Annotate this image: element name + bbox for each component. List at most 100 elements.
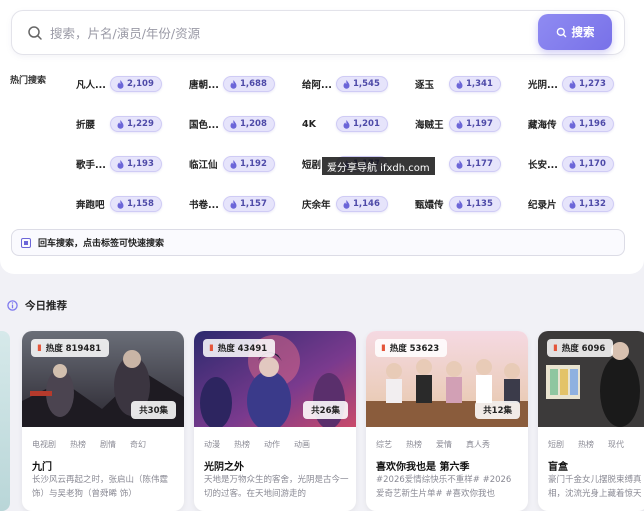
- heat-badge: ▮ 热度 819481: [31, 339, 110, 357]
- hot-tag-count: 1,196: [562, 116, 614, 132]
- fire-icon: ▮: [381, 343, 386, 353]
- flame-icon: [230, 199, 237, 209]
- hot-tag-count: 1,177: [449, 156, 501, 172]
- flame-icon: [117, 119, 124, 129]
- hot-tag[interactable]: 歌手... 1,193: [76, 155, 162, 173]
- card-description: 天地是万物众生的客舍，光阴是古今一切的过客。在天地间游走的: [204, 475, 349, 499]
- search-bar: [11, 10, 625, 55]
- hot-tag-count-value: 1,157: [240, 199, 267, 209]
- heat-value: 热度 819481: [45, 344, 102, 354]
- hot-tag-count: 1,157: [223, 196, 275, 212]
- hot-tag[interactable]: 奔跑吧 1,158: [76, 195, 162, 213]
- hot-tag-count: 1,688: [223, 76, 275, 92]
- recommend-card[interactable]: ▮ 热度 819481 共30集 电视剧 热榜 剧情 奇幻 九门 长沙风云再起之时…: [22, 331, 184, 511]
- hot-tag[interactable]: 给阿... 1,545: [302, 75, 388, 93]
- hot-tag-count-value: 1,197: [466, 119, 493, 129]
- info-icon: [7, 300, 18, 311]
- hot-tag[interactable]: 书卷... 1,157: [189, 195, 275, 213]
- flame-icon: [343, 119, 350, 129]
- hot-tag[interactable]: 4K 1,201: [302, 115, 388, 133]
- hot-tag-count: 2,109: [110, 76, 162, 92]
- hot-tag[interactable]: 庆余年 1,146: [302, 195, 388, 213]
- hot-tag[interactable]: 光阴... 1,273: [528, 75, 614, 93]
- episode-badge: 共30集: [131, 401, 176, 419]
- hot-tag-count: 1,158: [110, 196, 162, 212]
- hot-tag[interactable]: 折腰 1,229: [76, 115, 162, 133]
- card-tag: 动画: [294, 440, 310, 449]
- card-tag: 热榜: [406, 440, 422, 449]
- card-title: 盲盒: [548, 462, 568, 473]
- flame-icon: [456, 119, 463, 129]
- card-tag: 奇幻: [130, 440, 146, 449]
- hot-tag-count: 1,201: [336, 116, 388, 132]
- search-input[interactable]: [50, 20, 530, 46]
- hot-tag-count-value: 1,229: [127, 119, 154, 129]
- card-description: 豪门千金女儿摆脱束缚真相，沈流光身上藏着惊天秘密，沈流光身: [548, 475, 642, 499]
- hot-tag-name: 庆余年: [302, 200, 331, 211]
- card-tag: 爱情: [436, 440, 452, 449]
- hot-tag-count: 1,229: [110, 116, 162, 132]
- hot-tag-name: 国色...: [189, 120, 219, 131]
- hot-tag-count-value: 1,341: [466, 79, 493, 89]
- heat-badge: ▮ 热度 53623: [375, 339, 448, 357]
- hot-tag[interactable]: 临江仙 1,192: [189, 155, 275, 173]
- recommend-card[interactable]: ▮ 热度 6096 短剧 热榜 现代 盲盒 豪门千金女儿摆脱束缚真相，沈流光身上藏…: [538, 331, 644, 511]
- episode-badge: 共26集: [303, 401, 348, 419]
- hot-tag[interactable]: 长安... 1,170: [528, 155, 614, 173]
- enter-key-icon: [21, 237, 31, 248]
- hot-tag[interactable]: 国色... 1,208: [189, 115, 275, 133]
- hot-tag-name: 纪录片: [528, 200, 557, 211]
- episode-badge: 共12集: [475, 401, 520, 419]
- hot-tag-count-value: 1,146: [353, 199, 380, 209]
- hot-tag[interactable]: 唐朝... 1,688: [189, 75, 275, 93]
- hot-tag-count-value: 1,170: [579, 159, 606, 169]
- hot-tag-count: 1,132: [562, 196, 614, 212]
- hot-tag-count: 1,193: [110, 156, 162, 172]
- recommend-card[interactable]: ▮ 热度 53623 共12集 综艺 热榜 爱情 真人秀 喜欢你我也是 第六季 #…: [366, 331, 528, 511]
- heat-value: 热度 6096: [561, 344, 606, 354]
- hot-tag-name: 光阴...: [528, 80, 558, 91]
- heat-value: 热度 53623: [389, 344, 440, 354]
- hot-tag-name: 藏海传: [528, 120, 557, 131]
- hot-tag[interactable]: 纪录片 1,132: [528, 195, 614, 213]
- search-button[interactable]: 搜索: [538, 14, 612, 50]
- card-tag: 动漫: [204, 440, 220, 449]
- hot-tag-name: 唐朝...: [189, 80, 219, 91]
- hot-tag-count: 1,135: [449, 196, 501, 212]
- hot-tag-count-value: 1,196: [579, 119, 606, 129]
- hot-tag-name: 临江仙: [189, 160, 218, 171]
- hot-tag-count-value: 1,158: [127, 199, 154, 209]
- flame-icon: [569, 119, 576, 129]
- hot-tag-name: 书卷...: [189, 200, 219, 211]
- hot-tag[interactable]: 逐玉 1,341: [415, 75, 501, 93]
- hot-tag-count: 1,208: [223, 116, 275, 132]
- flame-icon: [456, 199, 463, 209]
- hot-tag-count: 1,192: [223, 156, 275, 172]
- hot-tag-count-value: 1,545: [353, 79, 380, 89]
- flame-icon: [569, 199, 576, 209]
- hot-tag[interactable]: 藏海传 1,196: [528, 115, 614, 133]
- flame-icon: [117, 159, 124, 169]
- card-tag: 短剧: [548, 440, 564, 449]
- card-tag: 热榜: [578, 440, 594, 449]
- hot-tag-name: 甄嬛传: [415, 200, 444, 211]
- flame-icon: [230, 159, 237, 169]
- hot-tag-count-value: 1,208: [240, 119, 267, 129]
- hot-tag[interactable]: 凡人... 2,109: [76, 75, 162, 93]
- card-tag: 热榜: [234, 440, 250, 449]
- card-partial[interactable]: [0, 331, 10, 511]
- card-description: #2026爱情综快乐不重样# #2026 爱奇艺新生片单# #喜欢你我也: [376, 475, 512, 499]
- flame-icon: [117, 199, 124, 209]
- search-icon: [556, 27, 566, 37]
- hot-tag-count-value: 2,109: [127, 79, 154, 89]
- watermark: 爱分享导航 ifxdh.com: [322, 157, 435, 175]
- card-tag: 真人秀: [466, 440, 490, 449]
- hot-tag[interactable]: 甄嬛传 1,135: [415, 195, 501, 213]
- hot-tag[interactable]: 海贼王 1,197: [415, 115, 501, 133]
- hot-tag-name: 凡人...: [76, 80, 106, 91]
- hot-tag-name: 逐玉: [415, 80, 435, 91]
- hot-tag-count: 1,170: [562, 156, 614, 172]
- hot-tag-count-value: 1,135: [466, 199, 493, 209]
- recommend-card[interactable]: ▮ 热度 43491 共26集 动漫 热榜 动作 动画 光阴之外 天地是万物众生的…: [194, 331, 356, 511]
- search-button-label: 搜索: [571, 25, 595, 39]
